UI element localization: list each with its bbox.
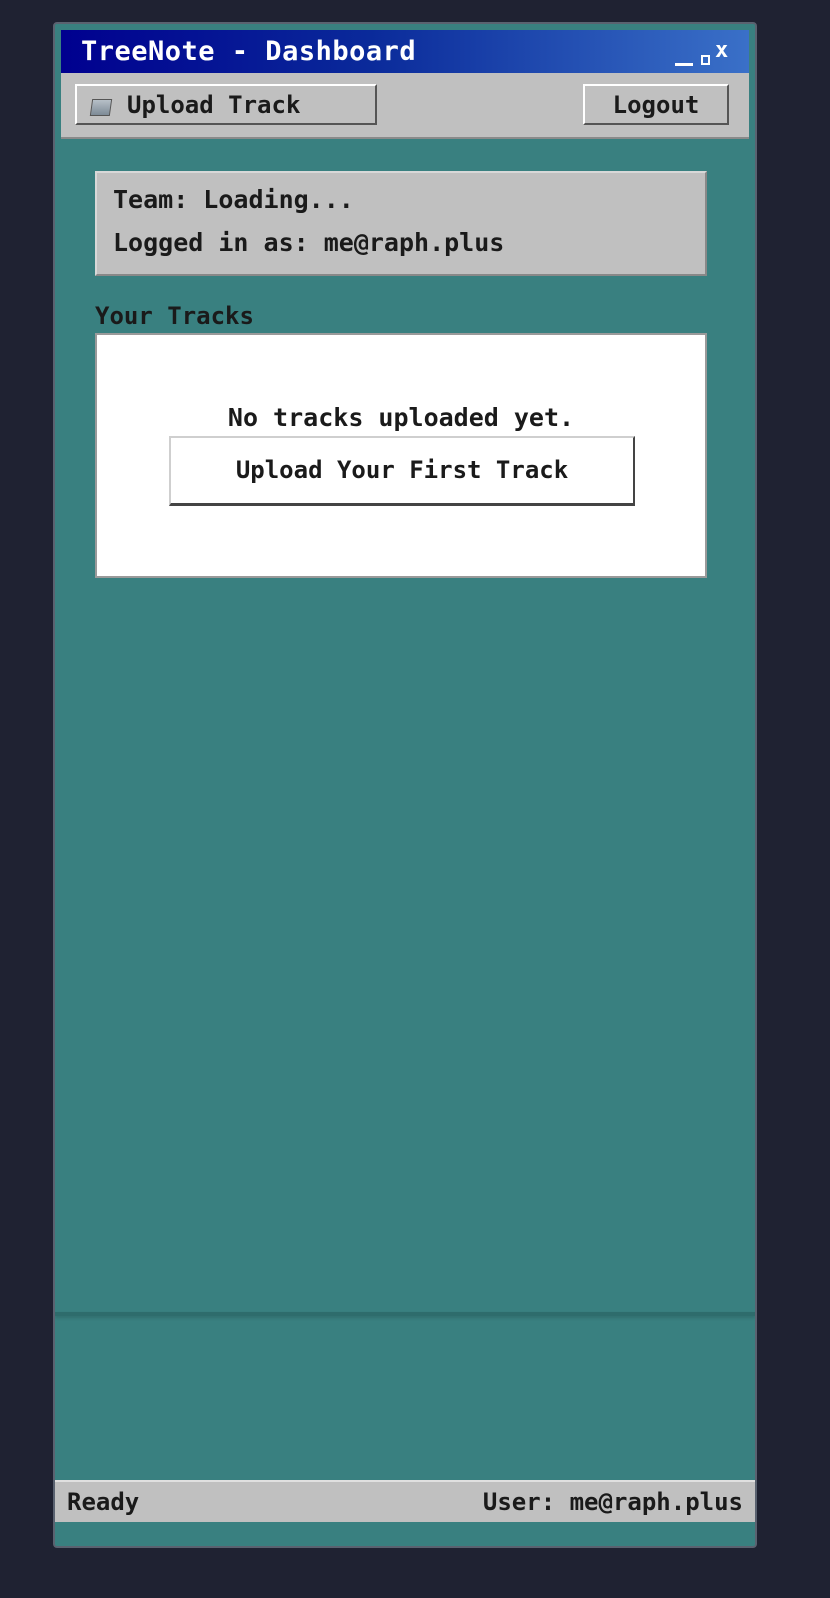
app-window: TreeNote - Dashboard x Upload Track Logo…	[53, 22, 757, 1548]
folder-icon	[89, 99, 113, 116]
tracks-list-panel: No tracks uploaded yet. Upload Your Firs…	[95, 333, 707, 578]
team-label: Team: Loading...	[113, 185, 354, 214]
status-user: User: me@raph.plus	[482, 1488, 743, 1516]
logout-button[interactable]: Logout	[583, 84, 729, 125]
status-text: Ready	[67, 1488, 140, 1516]
logged-in-label: Logged in as: me@raph.plus	[113, 228, 505, 257]
account-info-panel: Team: Loading... Logged in as: me@raph.p…	[95, 171, 707, 276]
empty-tracks-message: No tracks uploaded yet.	[227, 403, 575, 432]
upload-track-button[interactable]: Upload Track	[75, 84, 377, 125]
upload-first-track-button[interactable]: Upload Your First Track	[169, 436, 635, 506]
title-bar[interactable]: TreeNote - Dashboard x	[61, 30, 749, 73]
close-button[interactable]: x	[715, 40, 728, 62]
minimize-button[interactable]	[675, 63, 693, 66]
maximize-button[interactable]	[701, 55, 710, 65]
upload-track-label: Upload Track	[127, 91, 301, 119]
toolbar: Upload Track Logout	[61, 73, 749, 139]
content-divider	[55, 1312, 755, 1316]
status-bar: Ready User: me@raph.plus	[55, 1480, 755, 1522]
window-title: TreeNote - Dashboard	[81, 36, 417, 67]
tracks-section-title: Your Tracks	[95, 302, 254, 330]
